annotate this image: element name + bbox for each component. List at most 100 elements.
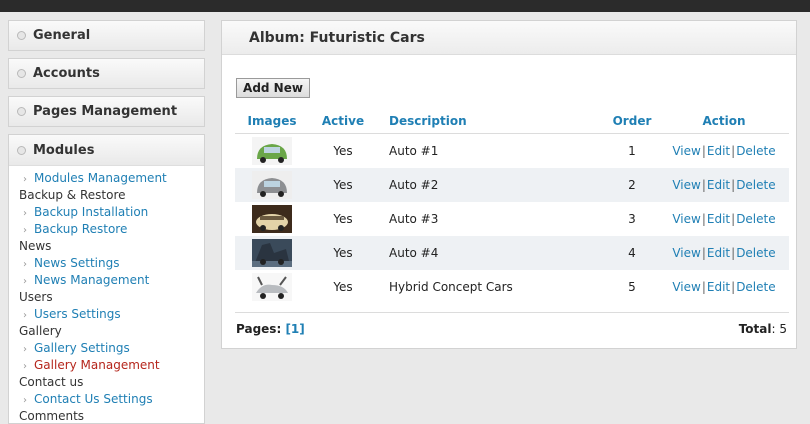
action-separator: | bbox=[701, 246, 706, 260]
sidebar-category-label: Comments bbox=[19, 409, 85, 423]
sidebar-link[interactable]: Gallery Settings bbox=[34, 341, 130, 355]
bullet-icon bbox=[17, 107, 26, 116]
car-thumbnail-image[interactable] bbox=[252, 171, 292, 199]
sidebar-section-label: General bbox=[33, 28, 91, 43]
order-cell: 3 bbox=[628, 212, 636, 226]
page-link-current[interactable]: [1] bbox=[285, 322, 304, 336]
description-cell: Auto #4 bbox=[377, 236, 605, 270]
column-header-description[interactable]: Description bbox=[377, 109, 605, 134]
sidebar-link[interactable]: News Management bbox=[34, 273, 149, 287]
view-link[interactable]: View bbox=[672, 212, 700, 226]
view-link[interactable]: View bbox=[672, 144, 700, 158]
sidebar-link[interactable]: Backup Restore bbox=[34, 222, 127, 236]
sidebar-link-item: › Modules Management bbox=[19, 170, 204, 187]
edit-link[interactable]: Edit bbox=[707, 144, 730, 158]
sidebar-link-item: › Gallery Settings bbox=[19, 340, 204, 357]
delete-link[interactable]: Delete bbox=[736, 280, 775, 294]
modules-list: › Modules Management Backup & Restore › Back… bbox=[9, 170, 204, 423]
action-separator: | bbox=[731, 246, 736, 260]
edit-link[interactable]: Edit bbox=[707, 178, 730, 192]
table-row: Yes Auto #1 1 View|Edit|Delete bbox=[235, 134, 789, 169]
modules-panel: Modules › Modules Management Backup & Rest… bbox=[8, 134, 205, 424]
edit-link[interactable]: Edit bbox=[707, 246, 730, 260]
column-header-action: Action bbox=[659, 109, 789, 134]
chevron-right-icon: › bbox=[23, 208, 27, 219]
chevron-right-icon: › bbox=[23, 225, 27, 236]
sidebar-section-label: Accounts bbox=[33, 66, 100, 81]
delete-link[interactable]: Delete bbox=[736, 144, 775, 158]
sidebar-link[interactable]: Contact Us Settings bbox=[34, 392, 153, 406]
sidebar-link[interactable]: Modules Management bbox=[34, 171, 167, 185]
car-thumbnail-image[interactable] bbox=[252, 137, 292, 165]
delete-link[interactable]: Delete bbox=[736, 178, 775, 192]
view-link[interactable]: View bbox=[672, 178, 700, 192]
car-thumbnail-image[interactable] bbox=[252, 273, 292, 301]
sidebar-link-item: › News Management bbox=[19, 272, 204, 289]
sidebar-category-label: Contact us bbox=[19, 375, 84, 389]
album-header: Album: Futuristic Cars bbox=[222, 21, 796, 55]
sidebar-link[interactable]: News Settings bbox=[34, 256, 119, 270]
chevron-right-icon: › bbox=[23, 361, 27, 372]
chevron-right-icon: › bbox=[23, 395, 27, 406]
car-thumbnail-image[interactable] bbox=[252, 239, 292, 267]
view-link[interactable]: View bbox=[672, 280, 700, 294]
image-cell bbox=[235, 270, 309, 304]
description-cell: Auto #3 bbox=[389, 212, 439, 226]
total-count: Total: 5 bbox=[739, 322, 787, 336]
pagination: Pages: [1] bbox=[236, 322, 305, 336]
sidebar-link[interactable]: Backup Installation bbox=[34, 205, 148, 219]
pages-label: Pages: bbox=[236, 322, 282, 336]
table-row: Yes Auto #2 2 View|Edit|Delete bbox=[235, 168, 789, 202]
delete-link[interactable]: Delete bbox=[736, 212, 775, 226]
add-new-button[interactable]: Add New bbox=[236, 78, 310, 98]
view-link[interactable]: View bbox=[672, 246, 700, 260]
sidebar-link-item: › Backup Installation bbox=[19, 204, 204, 221]
order-cell: 2 bbox=[605, 168, 659, 202]
sidebar-category-label: Users bbox=[19, 290, 53, 304]
action-separator: | bbox=[731, 178, 736, 192]
sidebar-section-general[interactable]: General bbox=[8, 20, 205, 51]
images-table: Images Active Description Order Action Y… bbox=[235, 109, 789, 304]
action-separator: | bbox=[701, 212, 706, 226]
active-cell: Yes bbox=[333, 280, 353, 294]
chevron-right-icon: › bbox=[23, 174, 27, 185]
sidebar-link[interactable]: Users Settings bbox=[34, 307, 121, 321]
bullet-icon bbox=[17, 69, 26, 78]
image-cell bbox=[235, 236, 309, 270]
sidebar-section-modules[interactable]: Modules bbox=[9, 135, 204, 166]
column-header-active[interactable]: Active bbox=[309, 109, 377, 134]
bullet-icon bbox=[17, 145, 26, 155]
action-separator: | bbox=[701, 178, 706, 192]
description-cell: Auto #1 bbox=[389, 144, 439, 158]
edit-link[interactable]: Edit bbox=[707, 212, 730, 226]
car-thumbnail-image[interactable] bbox=[252, 205, 292, 233]
sidebar-category-label: Gallery bbox=[19, 324, 62, 338]
sidebar-link-item: › Users Settings bbox=[19, 306, 204, 323]
action-separator: | bbox=[731, 144, 736, 158]
sidebar-category-label: Backup & Restore bbox=[19, 188, 126, 202]
column-header-images[interactable]: Images bbox=[235, 109, 309, 134]
action-cell: View|Edit|Delete bbox=[659, 202, 789, 236]
sidebar: General Accounts Pages Management Module… bbox=[8, 20, 205, 424]
edit-link[interactable]: Edit bbox=[707, 280, 730, 294]
top-bar bbox=[0, 0, 810, 12]
table-row: Yes Auto #3 3 View|Edit|Delete bbox=[235, 202, 789, 236]
sidebar-category-label: News bbox=[19, 239, 52, 253]
active-cell: Yes bbox=[333, 144, 353, 158]
sidebar-link[interactable]: Gallery Management bbox=[34, 358, 160, 372]
action-separator: | bbox=[731, 280, 736, 294]
column-header-order[interactable]: Order bbox=[605, 109, 659, 134]
action-cell: View|Edit|Delete bbox=[659, 270, 789, 304]
total-value: 5 bbox=[779, 322, 787, 336]
table-row: Yes Auto #4 4 View|Edit|Delete bbox=[235, 236, 789, 270]
order-cell: 1 bbox=[628, 144, 636, 158]
sidebar-link-item: › News Settings bbox=[19, 255, 204, 272]
sidebar-section-accounts[interactable]: Accounts bbox=[8, 58, 205, 89]
sidebar-link-item: › Backup Restore bbox=[19, 221, 204, 238]
chevron-right-icon: › bbox=[23, 310, 27, 321]
description-cell: Hybrid Concept Cars bbox=[389, 280, 513, 294]
bullet-icon bbox=[17, 31, 26, 40]
sidebar-section-label: Modules bbox=[33, 142, 95, 158]
sidebar-section-pages-management[interactable]: Pages Management bbox=[8, 96, 205, 127]
delete-link[interactable]: Delete bbox=[736, 246, 775, 260]
